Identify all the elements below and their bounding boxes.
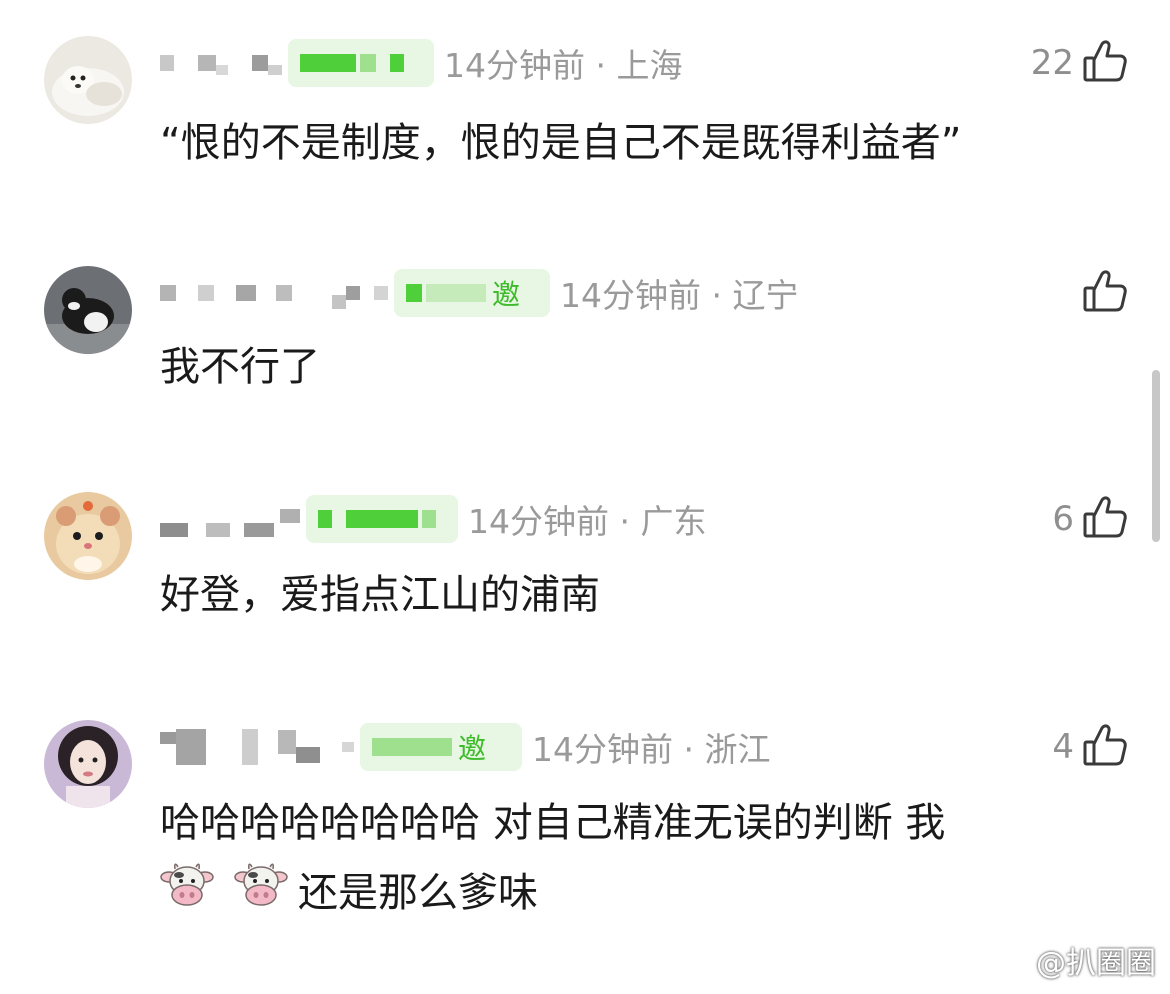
weibo-logo-icon bbox=[990, 939, 1030, 981]
avatar[interactable] bbox=[44, 720, 132, 808]
username-redacted[interactable] bbox=[160, 501, 300, 537]
comment-text: 我不行了 bbox=[160, 344, 320, 390]
watermark: @扒圈圈 bbox=[990, 938, 1156, 982]
badge-label: 邀 bbox=[492, 278, 521, 311]
thumbs-up-icon bbox=[1082, 268, 1128, 318]
cow-face-icon bbox=[160, 861, 214, 929]
user-badge: 邀 bbox=[360, 723, 522, 771]
username-redacted[interactable] bbox=[160, 277, 388, 309]
comment-meta: 邀 14分钟前 · 浙江 bbox=[160, 722, 770, 772]
badge-label: 邀 bbox=[458, 732, 487, 765]
comment-time-location: 14分钟前 · 广东 bbox=[468, 502, 707, 541]
user-badge bbox=[306, 495, 458, 543]
comment-meta: 14分钟前 · 上海 bbox=[160, 38, 682, 88]
avatar[interactable] bbox=[44, 492, 132, 580]
comment-text-line-1: 哈哈哈哈哈哈哈哈 对自己精准无误的判断 我 bbox=[160, 800, 946, 846]
comment-text-line-2-text: 还是那么爹味 bbox=[298, 870, 538, 916]
thumbs-up-icon bbox=[1082, 722, 1128, 772]
avatar[interactable] bbox=[44, 36, 132, 124]
comment-meta: 14分钟前 · 广东 bbox=[160, 494, 706, 544]
comment-time-location: 14分钟前 · 辽宁 bbox=[560, 276, 799, 315]
like-button[interactable] bbox=[1082, 268, 1128, 318]
like-count: 22 bbox=[1030, 43, 1074, 83]
cow-face-icon bbox=[234, 861, 288, 929]
like-count: 6 bbox=[1052, 499, 1074, 539]
comment-text: 好登，爱指点江山的浦南 bbox=[160, 572, 600, 618]
scrollbar[interactable] bbox=[1152, 370, 1160, 542]
username-redacted[interactable] bbox=[160, 729, 354, 765]
comment-text-line-2: 还是那么爹味 bbox=[160, 860, 538, 929]
watermark-text: @扒圈圈 bbox=[1036, 946, 1156, 981]
user-badge: 邀 bbox=[394, 269, 550, 317]
username-redacted[interactable] bbox=[160, 51, 282, 75]
comment-time-location: 14分钟前 · 上海 bbox=[444, 46, 683, 85]
user-badge bbox=[288, 39, 434, 87]
comment-text: “恨的不是制度，恨的是自己不是既得利益者” bbox=[160, 120, 962, 166]
like-count: 4 bbox=[1052, 727, 1074, 767]
like-button[interactable]: 6 bbox=[1052, 494, 1128, 544]
like-button[interactable]: 4 bbox=[1052, 722, 1128, 772]
comment-time-location: 14分钟前 · 浙江 bbox=[532, 730, 771, 769]
thumbs-up-icon bbox=[1082, 494, 1128, 544]
thumbs-up-icon bbox=[1082, 38, 1128, 88]
comment-meta: 邀 14分钟前 · 辽宁 bbox=[160, 268, 798, 318]
like-button[interactable]: 22 bbox=[1031, 38, 1128, 88]
avatar[interactable] bbox=[44, 266, 132, 354]
